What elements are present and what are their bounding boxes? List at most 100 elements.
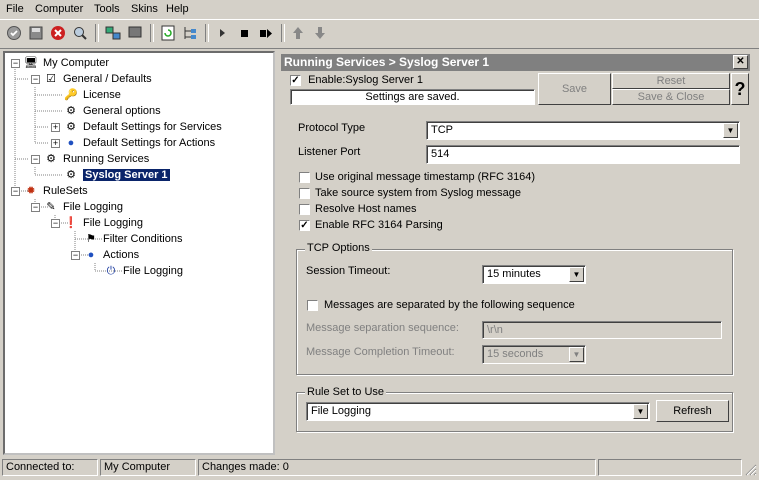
- tree-item-license[interactable]: 🔑 License: [63, 87, 121, 103]
- option-resolve-hosts[interactable]: Resolve Host names: [299, 202, 417, 216]
- chevron-down-icon[interactable]: ▼: [633, 404, 648, 419]
- tree-item-filter-conditions[interactable]: ⚑ Filter Conditions: [83, 231, 182, 247]
- splitter[interactable]: [276, 51, 281, 455]
- menu-help[interactable]: Help: [166, 3, 189, 15]
- ruleset-title: Rule Set to Use: [305, 386, 387, 398]
- tree-item-general-options[interactable]: ⚙ General options: [63, 103, 161, 119]
- stop-icon[interactable]: [48, 23, 68, 43]
- resolve-hosts-checkbox[interactable]: [299, 203, 310, 215]
- protocol-type-value: TCP: [431, 124, 453, 136]
- tree-item-general-defaults[interactable]: ☑ General / Defaults: [43, 71, 152, 87]
- enable-service[interactable]: ✓ Enable:Syslog Server 1: [290, 73, 423, 87]
- collapse-file-logging-ruleset[interactable]: −: [31, 203, 40, 212]
- session-timeout-label: Session Timeout:: [306, 265, 391, 277]
- tcp-options-title: TCP Options: [305, 242, 372, 254]
- step-icon[interactable]: [256, 23, 276, 43]
- ruleset-icon: ✎: [46, 201, 56, 214]
- expand-default-services[interactable]: +: [51, 123, 60, 132]
- panel-title: Running Services > Syslog Server 1: [281, 54, 750, 71]
- tree-item-rulesets[interactable]: ✹ RuleSets: [23, 183, 87, 199]
- status-empty: [598, 459, 742, 476]
- separation-sequence-input[interactable]: \r\n: [482, 321, 722, 339]
- connect-icon[interactable]: [4, 23, 24, 43]
- tree-icon[interactable]: [180, 23, 200, 43]
- menu-bar: File Computer Tools Skins Help: [0, 0, 759, 19]
- key-icon: 🔑: [64, 89, 78, 102]
- rfc3164-checkbox[interactable]: ✓: [299, 219, 310, 231]
- checklist-icon: ☑: [46, 73, 56, 86]
- action-icon: ●: [67, 137, 75, 150]
- close-icon[interactable]: ✕: [733, 55, 748, 69]
- protocol-type-select[interactable]: TCP ▼: [426, 121, 740, 140]
- gears-icon: ⚙: [66, 121, 76, 134]
- filter-icon: ⚑: [86, 233, 96, 246]
- collapse-rulesets[interactable]: −: [11, 187, 20, 196]
- separation-sequence-label: Message separation sequence:: [306, 322, 459, 334]
- chevron-down-icon[interactable]: ▼: [723, 123, 738, 138]
- stop-square-icon[interactable]: [234, 23, 254, 43]
- reset-button[interactable]: Reset: [612, 73, 730, 89]
- toolbar: [0, 19, 759, 49]
- tree-item-running-services[interactable]: ⚙ Running Services: [43, 151, 149, 167]
- move-down-icon[interactable]: [310, 23, 330, 43]
- tree-item-file-logging-ruleset[interactable]: ✎ File Logging: [43, 199, 123, 215]
- save-icon[interactable]: [26, 23, 46, 43]
- option-separated[interactable]: Messages are separated by the following …: [307, 298, 575, 312]
- status-message: Settings are saved.: [290, 89, 535, 105]
- status-bar: Connected to: My Computer Changes made: …: [0, 457, 759, 480]
- source-system-checkbox[interactable]: [299, 187, 310, 199]
- status-connected-label: Connected to:: [2, 459, 98, 476]
- menu-skins[interactable]: Skins: [131, 3, 158, 15]
- rule-icon: ❗: [64, 217, 78, 230]
- resize-grip-icon[interactable]: [744, 463, 757, 476]
- enable-checkbox[interactable]: ✓: [290, 74, 301, 86]
- computer-icon: 🖥: [24, 57, 38, 70]
- expand-default-actions[interactable]: +: [51, 139, 60, 148]
- chevron-down-icon[interactable]: ▼: [569, 347, 584, 362]
- completion-timeout-select[interactable]: 15 seconds ▼: [482, 345, 586, 364]
- menu-tools[interactable]: Tools: [94, 3, 120, 15]
- tree-item-file-logging-action[interactable]: ⏻ File Logging: [103, 263, 183, 279]
- option-rfc3164-parsing[interactable]: ✓ Enable RFC 3164 Parsing: [299, 218, 443, 232]
- enable-label: Enable:Syslog Server 1: [308, 74, 424, 86]
- save-close-button[interactable]: Save & Close: [612, 89, 730, 105]
- status-connected-value: My Computer: [100, 459, 196, 476]
- chevron-down-icon[interactable]: ▼: [569, 267, 584, 282]
- tree-item-actions[interactable]: ● Actions: [83, 247, 139, 263]
- option-original-timestamp[interactable]: Use original message timestamp (RFC 3164…: [299, 170, 535, 184]
- rulesets-icon: ✹: [26, 185, 36, 198]
- monitor-icon[interactable]: [125, 23, 145, 43]
- separated-checkbox[interactable]: [307, 299, 318, 311]
- tree-item-my-computer[interactable]: 🖥 My Computer: [23, 55, 109, 71]
- tree-item-default-actions[interactable]: ● Default Settings for Actions: [63, 135, 215, 151]
- collapse-file-logging-rule[interactable]: −: [51, 219, 60, 228]
- tree-item-syslog-server-1[interactable]: ⚙ Syslog Server 1: [63, 167, 170, 183]
- refresh-button[interactable]: Refresh: [656, 400, 729, 422]
- save-button[interactable]: Save: [538, 73, 611, 105]
- power-icon: ⏻: [106, 265, 116, 278]
- play-icon[interactable]: [212, 23, 232, 43]
- move-up-icon[interactable]: [288, 23, 308, 43]
- listener-port-label: Listener Port: [298, 146, 361, 158]
- menu-computer[interactable]: Computer: [35, 3, 83, 15]
- completion-timeout-label: Message Completion Timeout:: [306, 346, 455, 358]
- refresh-icon[interactable]: [158, 23, 178, 43]
- original-timestamp-checkbox[interactable]: [299, 171, 310, 183]
- ruleset-select[interactable]: File Logging ▼: [306, 402, 650, 421]
- network-icon[interactable]: [103, 23, 123, 43]
- tree-item-file-logging-rule[interactable]: ❗ File Logging: [63, 215, 143, 231]
- collapse-running-services[interactable]: −: [31, 155, 40, 164]
- option-source-system[interactable]: Take source system from Syslog message: [299, 186, 521, 200]
- services-icon: ⚙: [46, 153, 56, 166]
- session-timeout-select[interactable]: 15 minutes ▼: [482, 265, 586, 284]
- help-button[interactable]: ?: [731, 73, 749, 105]
- search-icon[interactable]: [70, 23, 90, 43]
- collapse-general[interactable]: −: [31, 75, 40, 84]
- listener-port-input[interactable]: 514: [426, 145, 740, 164]
- collapse-actions[interactable]: −: [71, 251, 80, 260]
- collapse-my-computer[interactable]: −: [11, 59, 20, 68]
- gear-icon: ⚙: [66, 105, 76, 118]
- menu-file[interactable]: File: [6, 3, 24, 15]
- tree-item-default-services[interactable]: ⚙ Default Settings for Services: [63, 119, 222, 135]
- config-tree[interactable]: − 🖥 My Computer − ☑ General / Defaults 🔑 Li…: [3, 51, 275, 455]
